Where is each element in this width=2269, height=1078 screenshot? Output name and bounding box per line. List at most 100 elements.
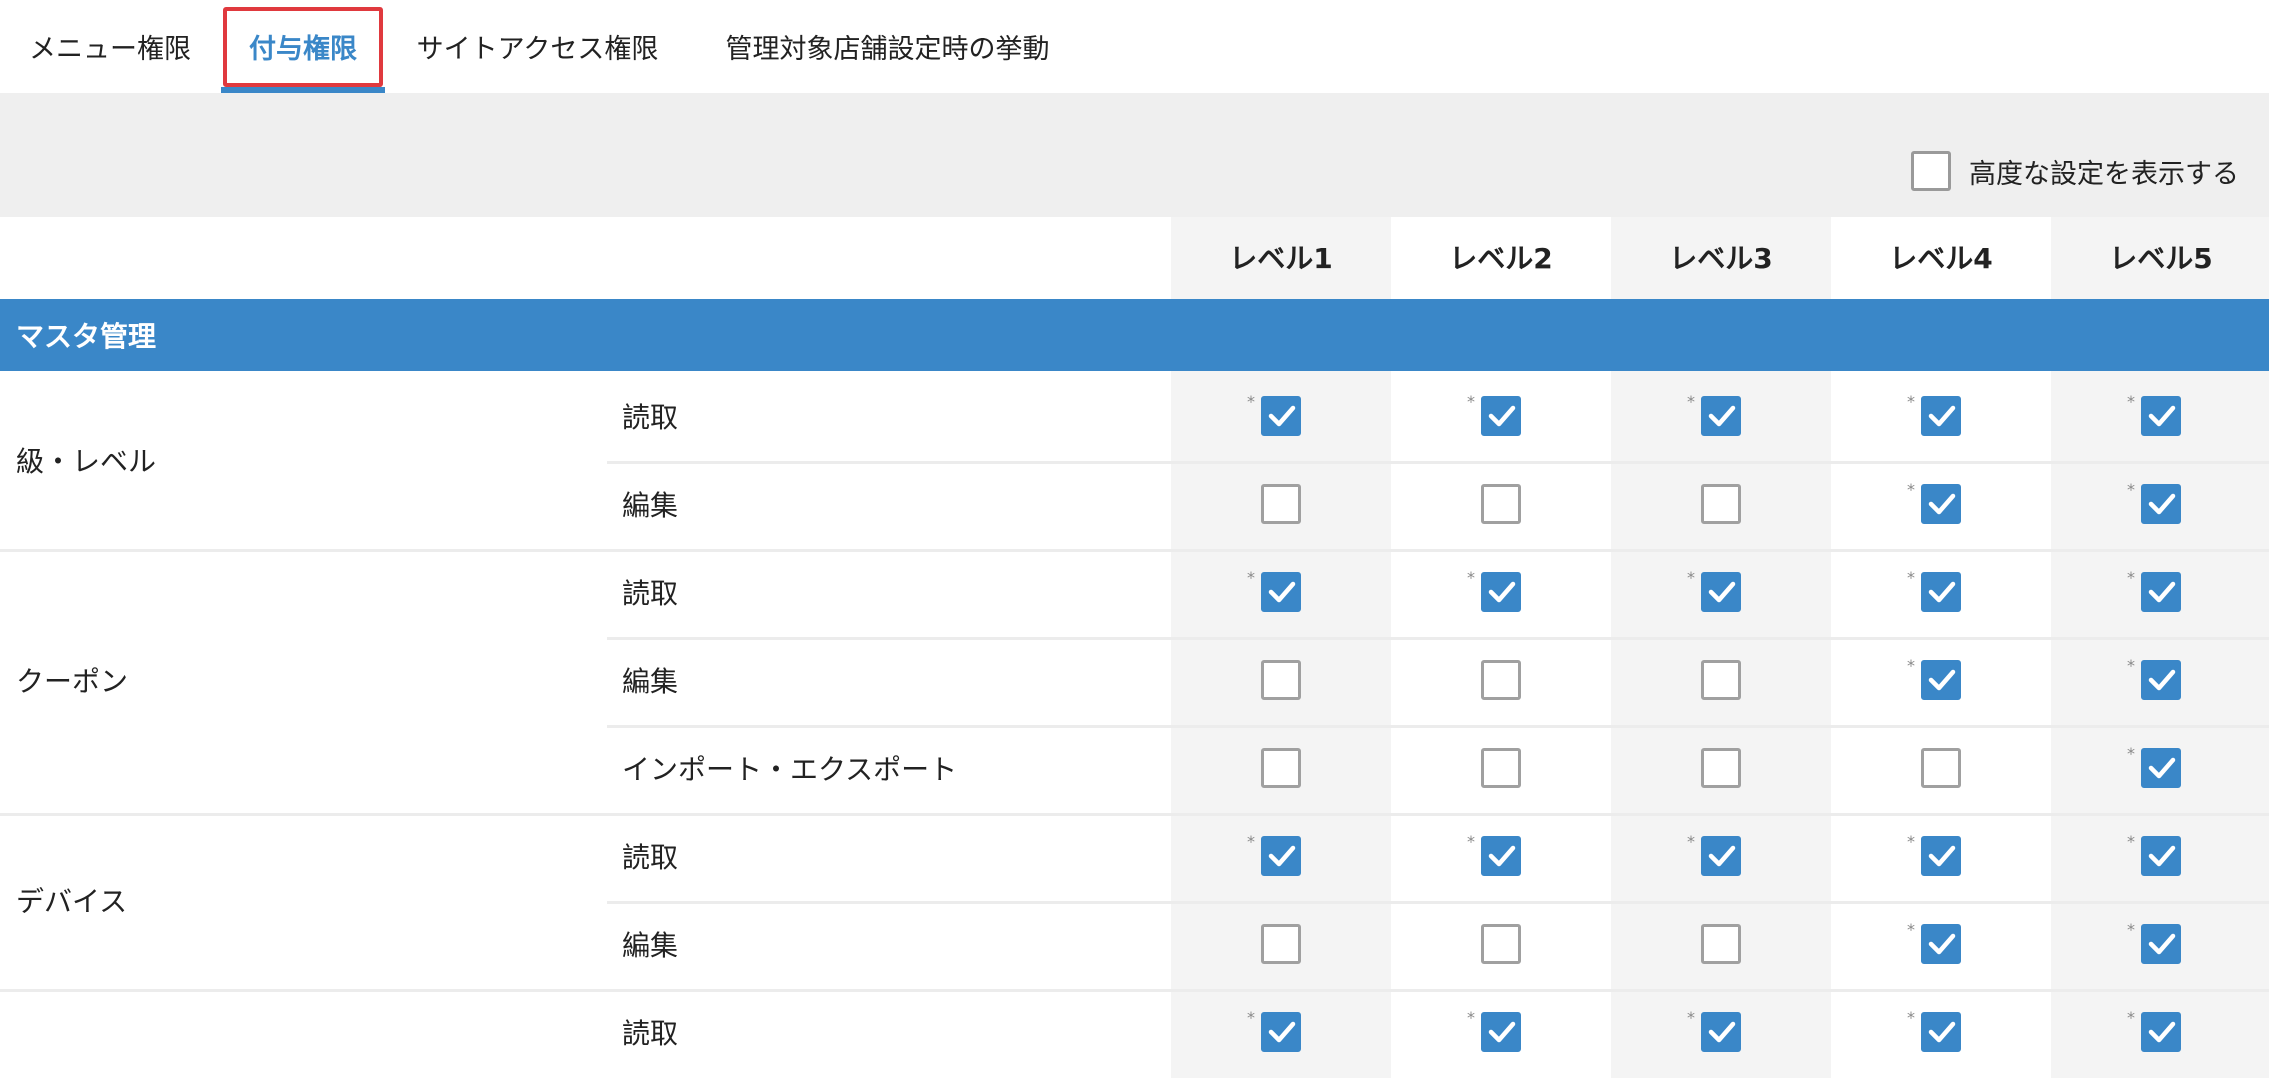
tab-managed-store-behavior[interactable]: 管理対象店舗設定時の挙動 — [700, 0, 1075, 93]
permission-label: インポート・エクスポート — [622, 753, 958, 786]
permission-checkbox[interactable] — [1701, 924, 1741, 964]
asterisk-marker: * — [2127, 656, 2135, 675]
row-divider — [607, 901, 2269, 904]
permission-checkbox[interactable] — [1921, 924, 1961, 964]
tab-label: メニュー権限 — [29, 34, 191, 65]
permission-checkbox[interactable] — [1481, 836, 1521, 876]
group-divider — [0, 549, 2269, 552]
asterisk-marker: * — [2127, 568, 2135, 587]
permission-checkbox[interactable] — [2141, 924, 2181, 964]
permission-checkbox[interactable] — [1261, 1012, 1301, 1052]
tab-bar: メニュー権限 付与権限 サイトアクセス権限 管理対象店舗設定時の挙動 — [0, 0, 2269, 93]
permission-checkbox[interactable] — [2141, 1012, 2181, 1052]
permission-checkbox[interactable] — [1921, 836, 1961, 876]
row-divider — [607, 461, 2269, 464]
check-icon — [1268, 1021, 1296, 1043]
group-label: 級・レベル — [16, 445, 157, 478]
asterisk-marker: * — [1467, 568, 1475, 587]
check-icon — [1488, 845, 1516, 867]
permission-checkbox[interactable] — [1701, 484, 1741, 524]
level-header-1: レベル1 — [1171, 217, 1391, 297]
asterisk-marker: * — [1907, 656, 1915, 675]
permission-label: 編集 — [622, 665, 679, 698]
level-header-row: レベル1 レベル2 レベル3 レベル4 レベル5 — [0, 217, 2269, 297]
permission-checkbox[interactable] — [1481, 484, 1521, 524]
permission-checkbox[interactable] — [2141, 396, 2181, 436]
permission-checkbox[interactable] — [1261, 660, 1301, 700]
permission-checkbox[interactable] — [1481, 924, 1521, 964]
check-icon — [1708, 1021, 1736, 1043]
permission-checkbox[interactable] — [1261, 396, 1301, 436]
permission-checkbox[interactable] — [1921, 396, 1961, 436]
check-icon — [1488, 1021, 1516, 1043]
permission-checkbox[interactable] — [1261, 572, 1301, 612]
permission-checkbox[interactable] — [2141, 748, 2181, 788]
check-icon — [2148, 1021, 2176, 1043]
permission-checkbox[interactable] — [1481, 748, 1521, 788]
check-icon — [2148, 405, 2176, 427]
permission-checkbox[interactable] — [1261, 924, 1301, 964]
group-divider — [0, 813, 2269, 816]
level-header-3: レベル3 — [1611, 217, 1831, 297]
check-icon — [1928, 933, 1956, 955]
permission-checkbox[interactable] — [1481, 572, 1521, 612]
group-label: クーポン — [16, 665, 129, 698]
permission-checkbox[interactable] — [1701, 396, 1741, 436]
check-icon — [1708, 581, 1736, 603]
permission-label: 読取 — [622, 1017, 679, 1050]
permission-checkbox[interactable] — [2141, 484, 2181, 524]
asterisk-marker: * — [2127, 392, 2135, 411]
check-icon — [2148, 933, 2176, 955]
check-icon — [2148, 845, 2176, 867]
permission-checkbox[interactable] — [1481, 1012, 1521, 1052]
asterisk-marker: * — [2127, 832, 2135, 851]
permission-checkbox[interactable] — [1701, 836, 1741, 876]
check-icon — [1708, 845, 1736, 867]
asterisk-marker: * — [2127, 1008, 2135, 1027]
asterisk-marker: * — [1687, 832, 1695, 851]
advanced-settings-checkbox[interactable] — [1911, 151, 1951, 191]
check-icon — [1928, 493, 1956, 515]
asterisk-marker: * — [1247, 568, 1255, 587]
advanced-settings-toggle[interactable]: 高度な設定を表示する — [1911, 151, 2239, 191]
asterisk-marker: * — [1247, 832, 1255, 851]
level-header-2: レベル2 — [1391, 217, 1611, 297]
check-icon — [1268, 845, 1296, 867]
asterisk-marker: * — [1467, 392, 1475, 411]
asterisk-marker: * — [1687, 392, 1695, 411]
level-header-4: レベル4 — [1831, 217, 2051, 297]
check-icon — [1928, 845, 1956, 867]
permission-checkbox[interactable] — [1921, 484, 1961, 524]
permission-checkbox[interactable] — [1921, 748, 1961, 788]
permission-checkbox[interactable] — [2141, 660, 2181, 700]
permission-label: 読取 — [622, 577, 679, 610]
permission-checkbox[interactable] — [1921, 572, 1961, 612]
permission-checkbox[interactable] — [2141, 572, 2181, 612]
check-icon — [1928, 1021, 1956, 1043]
asterisk-marker: * — [1907, 1008, 1915, 1027]
group-divider — [0, 989, 2269, 992]
check-icon — [2148, 669, 2176, 691]
asterisk-marker: * — [1907, 392, 1915, 411]
permission-checkbox[interactable] — [1481, 660, 1521, 700]
permission-checkbox[interactable] — [1701, 1012, 1741, 1052]
permission-checkbox[interactable] — [1481, 396, 1521, 436]
asterisk-marker: * — [1247, 392, 1255, 411]
permission-checkbox[interactable] — [1701, 660, 1741, 700]
asterisk-marker: * — [1907, 568, 1915, 587]
tab-site-access-permissions[interactable]: サイトアクセス権限 — [400, 0, 675, 93]
tab-menu-permissions[interactable]: メニュー権限 — [10, 0, 210, 93]
permission-checkbox[interactable] — [1261, 484, 1301, 524]
section-header-master: マスタ管理 — [0, 299, 2269, 371]
tab-grant-permissions[interactable]: 付与権限 — [221, 0, 385, 93]
permission-checkbox[interactable] — [1261, 748, 1301, 788]
permission-checkbox[interactable] — [1921, 1012, 1961, 1052]
check-icon — [1268, 581, 1296, 603]
permission-checkbox[interactable] — [1261, 836, 1301, 876]
asterisk-marker: * — [1907, 832, 1915, 851]
permission-checkbox[interactable] — [1921, 660, 1961, 700]
permission-checkbox[interactable] — [1701, 748, 1741, 788]
permission-checkbox[interactable] — [1701, 572, 1741, 612]
permission-checkbox[interactable] — [2141, 836, 2181, 876]
check-icon — [2148, 581, 2176, 603]
